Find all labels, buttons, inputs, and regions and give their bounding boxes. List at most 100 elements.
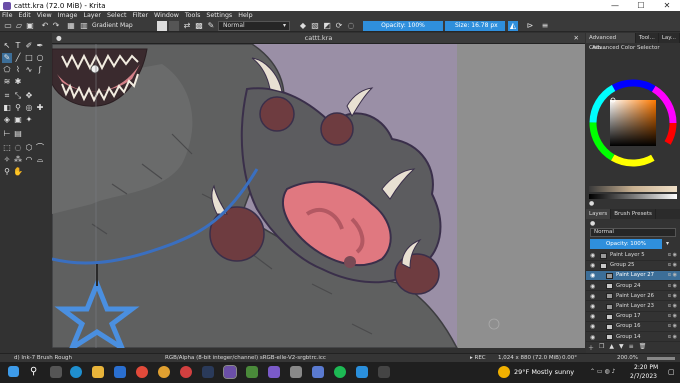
brush-preset-icon[interactable]: ▩ [194,21,204,31]
undo-icon[interactable]: ↶ [40,21,50,31]
app-icon-6[interactable] [312,366,324,378]
app-icon-5[interactable] [290,366,302,378]
layer-row[interactable]: ◉ Group 24 α ◉ [586,282,680,292]
app-icon-7[interactable] [356,366,368,378]
crop-tool-icon[interactable]: ⌗ [2,91,12,101]
gradient-icon[interactable]: ▥ [79,21,89,31]
polygon-select-icon[interactable]: ⬡ [24,143,34,153]
pattern-icon[interactable]: ▦ [66,21,76,31]
gradient-tool-icon[interactable]: ◧ [2,103,12,113]
edit-shapes-icon[interactable]: ✐ [24,41,34,51]
visibility-eye-icon[interactable]: ◉ [590,292,595,302]
value-strip[interactable] [589,194,677,199]
weather-text[interactable]: 29°F Mostly sunny [514,368,574,376]
layer-flags-icon[interactable]: α ◉ [668,251,677,261]
layer-flags-icon[interactable]: α ◉ [668,312,677,322]
layer-opacity-slider[interactable]: Opacity: 100% [590,239,662,249]
layer-flags-icon[interactable]: α ◉ [668,261,677,271]
brush-size-slider[interactable]: Size: 16.78 px [445,21,505,31]
app-icon-8[interactable] [378,366,390,378]
layer-flags-icon[interactable]: α ◉ [668,271,677,281]
color-history-strip[interactable] [589,186,677,192]
menu-layer[interactable]: Layer [83,12,101,19]
file-explorer-icon[interactable] [92,366,104,378]
colorize-mask-icon[interactable]: ◎ [24,103,34,113]
ellipse-select-icon[interactable]: ◌ [13,143,23,153]
layer-blend-select[interactable]: Normal [590,228,676,237]
layer-filter-icon[interactable]: ▾ [666,240,669,247]
settings-dot-icon[interactable]: ● [589,200,594,207]
tray-icons[interactable]: ⌃ ▭ ◍ ♪ [590,368,615,375]
tab-advanced-color[interactable]: Advanced Colo... [586,33,636,51]
move-up-icon[interactable]: ▲ [609,343,614,352]
line-tool-icon[interactable]: ╱ [13,53,23,63]
steam-icon[interactable] [202,366,214,378]
polyline-tool-icon[interactable]: ⌇ [13,65,23,75]
visibility-eye-icon[interactable]: ◉ [590,333,595,343]
opacity-slider[interactable]: Opacity: 100% [363,21,443,31]
rectangle-tool-icon[interactable]: □ [24,53,34,63]
visibility-eye-icon[interactable]: ◉ [590,261,595,271]
save-icon[interactable]: ▣ [25,21,35,31]
tab-layers[interactable]: Layers [586,209,612,219]
close-document-icon[interactable]: ✕ [574,33,579,44]
reload-preset-icon[interactable]: ⟳ [334,21,344,31]
magnetic-select-icon[interactable]: ⌓ [35,155,45,165]
open-document-icon[interactable]: ▱ [14,21,24,31]
clock-date[interactable]: 2/7/2023 [630,373,657,380]
weather-icon[interactable] [498,366,510,378]
contiguous-select-icon[interactable]: ✧ [2,155,12,165]
preserve-alpha-icon[interactable]: ▧ [310,21,320,31]
move-down-icon[interactable]: ▼ [619,343,624,352]
wrap-mode-icon[interactable]: ◌ [346,21,356,31]
edge-icon[interactable] [70,366,82,378]
app-icon-1[interactable] [158,366,170,378]
layer-flags-icon[interactable]: α ◉ [668,302,677,312]
rect-select-icon[interactable]: ⬚ [2,143,12,153]
app-icon-4[interactable] [268,366,280,378]
freehand-brush-icon[interactable]: ✎ [2,53,12,63]
visibility-eye-icon[interactable]: ◉ [590,282,595,292]
layer-row[interactable]: ◉ Group 16 α ◉ [586,322,680,332]
reference-images-icon[interactable]: ▤ [13,129,23,139]
canvas[interactable] [52,44,585,348]
layer-flags-icon[interactable]: α ◉ [668,282,677,292]
swap-colors-icon[interactable]: ⇄ [182,21,192,31]
color-wheel[interactable] [588,77,678,169]
layer-row[interactable]: ◉ Group 14 α ◉ [586,333,680,343]
visibility-eye-icon[interactable]: ◉ [590,251,595,261]
redo-icon[interactable]: ↷ [51,21,61,31]
layers-settings-icon[interactable]: ● [590,220,595,227]
clock-time[interactable]: 2:20 PM [634,364,658,371]
spotify-icon[interactable] [334,366,346,378]
enclose-fill-icon[interactable]: ▣ [13,115,23,125]
menu-help[interactable]: Help [238,12,252,19]
freehand-path-icon[interactable]: ʃ [35,65,45,75]
layer-flags-icon[interactable]: α ◉ [668,322,677,332]
move-tool-icon[interactable]: ✥ [24,91,34,101]
smart-patch-icon[interactable]: ✚ [35,103,45,113]
select-shapes-icon[interactable]: ↖ [2,41,12,51]
polygon-tool-icon[interactable]: ⬠ [2,65,12,75]
blend-mode-select[interactable]: Normal ▾ [218,21,290,31]
brush-settings-icon[interactable]: ✎ [206,21,216,31]
calligraphy-icon[interactable]: ✒ [35,41,45,51]
layer-properties-icon[interactable]: ≡ [629,343,634,352]
maximize-button[interactable]: ☐ [628,1,654,10]
freehand-select-icon[interactable]: ⌒ [35,143,45,153]
menu-edit[interactable]: Edit [19,12,31,19]
layer-row[interactable]: ◉ Paint Layer 23 α ◉ [586,302,680,312]
zoom-slider[interactable] [647,357,675,360]
zoom-tool-icon[interactable]: ⚲ [2,167,12,177]
add-layer-icon[interactable]: ＋ [588,343,594,352]
assistant-tool-icon[interactable]: ✦ [24,115,34,125]
menu-tools[interactable]: Tools [185,12,201,19]
layer-flags-icon[interactable]: α ◉ [668,333,677,343]
menu-window[interactable]: Window [154,12,179,19]
app-icon-3[interactable] [246,366,258,378]
menu-file[interactable]: File [2,12,13,19]
tab-tool-options[interactable]: Tool... [636,33,659,43]
task-view-icon[interactable] [50,366,62,378]
visibility-eye-icon[interactable]: ◉ [590,302,595,312]
layer-row[interactable]: ◉ Paint Layer 5 α ◉ [586,251,680,261]
